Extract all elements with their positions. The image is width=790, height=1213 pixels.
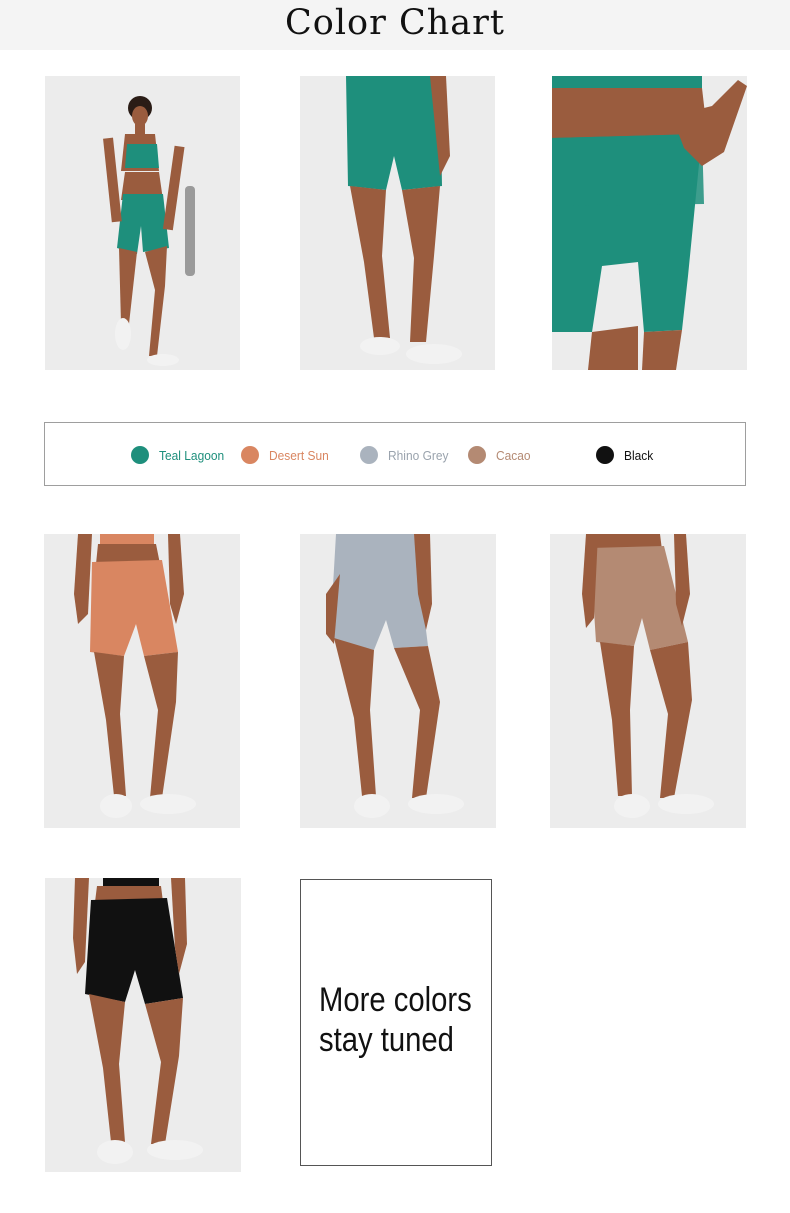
legend-label: Teal Lagoon <box>159 447 225 463</box>
more-colors-box: More colors stay tuned <box>300 879 492 1166</box>
desert-sun-swatch-icon <box>241 446 259 464</box>
legend-item-teal-lagoon[interactable]: Teal Lagoon <box>131 423 230 487</box>
legend-label: Black <box>624 447 654 463</box>
color-legend: Teal Lagoon Desert Sun Rhino Grey Cacao … <box>44 422 746 486</box>
more-colors-line-2: stay tuned <box>319 1021 454 1059</box>
product-photo-rhino-grey <box>300 534 496 828</box>
cacao-swatch-icon <box>468 446 486 464</box>
product-photo-black <box>45 878 241 1172</box>
header-bar: Color Chart <box>0 0 790 50</box>
product-photo-cacao <box>550 534 746 828</box>
legend-label: Rhino Grey <box>388 447 449 463</box>
product-photo-teal-waistband <box>552 76 747 370</box>
product-photo-teal-full-body <box>45 76 240 370</box>
legend-label: Cacao <box>496 447 531 463</box>
product-photo-teal-back <box>300 76 495 370</box>
more-colors-line-1: More colors <box>319 981 472 1019</box>
teal-lagoon-swatch-icon <box>131 446 149 464</box>
legend-item-rhino-grey[interactable]: Rhino Grey <box>360 423 454 487</box>
legend-item-desert-sun[interactable]: Desert Sun <box>241 423 334 487</box>
legend-item-cacao[interactable]: Cacao <box>468 423 534 487</box>
more-colors-text: More colors stay tuned <box>319 980 472 1060</box>
legend-label: Desert Sun <box>269 447 329 463</box>
black-swatch-icon <box>596 446 614 464</box>
legend-item-black[interactable]: Black <box>596 423 656 487</box>
rhino-grey-swatch-icon <box>360 446 378 464</box>
page-title: Color Chart <box>285 3 505 43</box>
product-photo-desert-sun <box>44 534 240 828</box>
